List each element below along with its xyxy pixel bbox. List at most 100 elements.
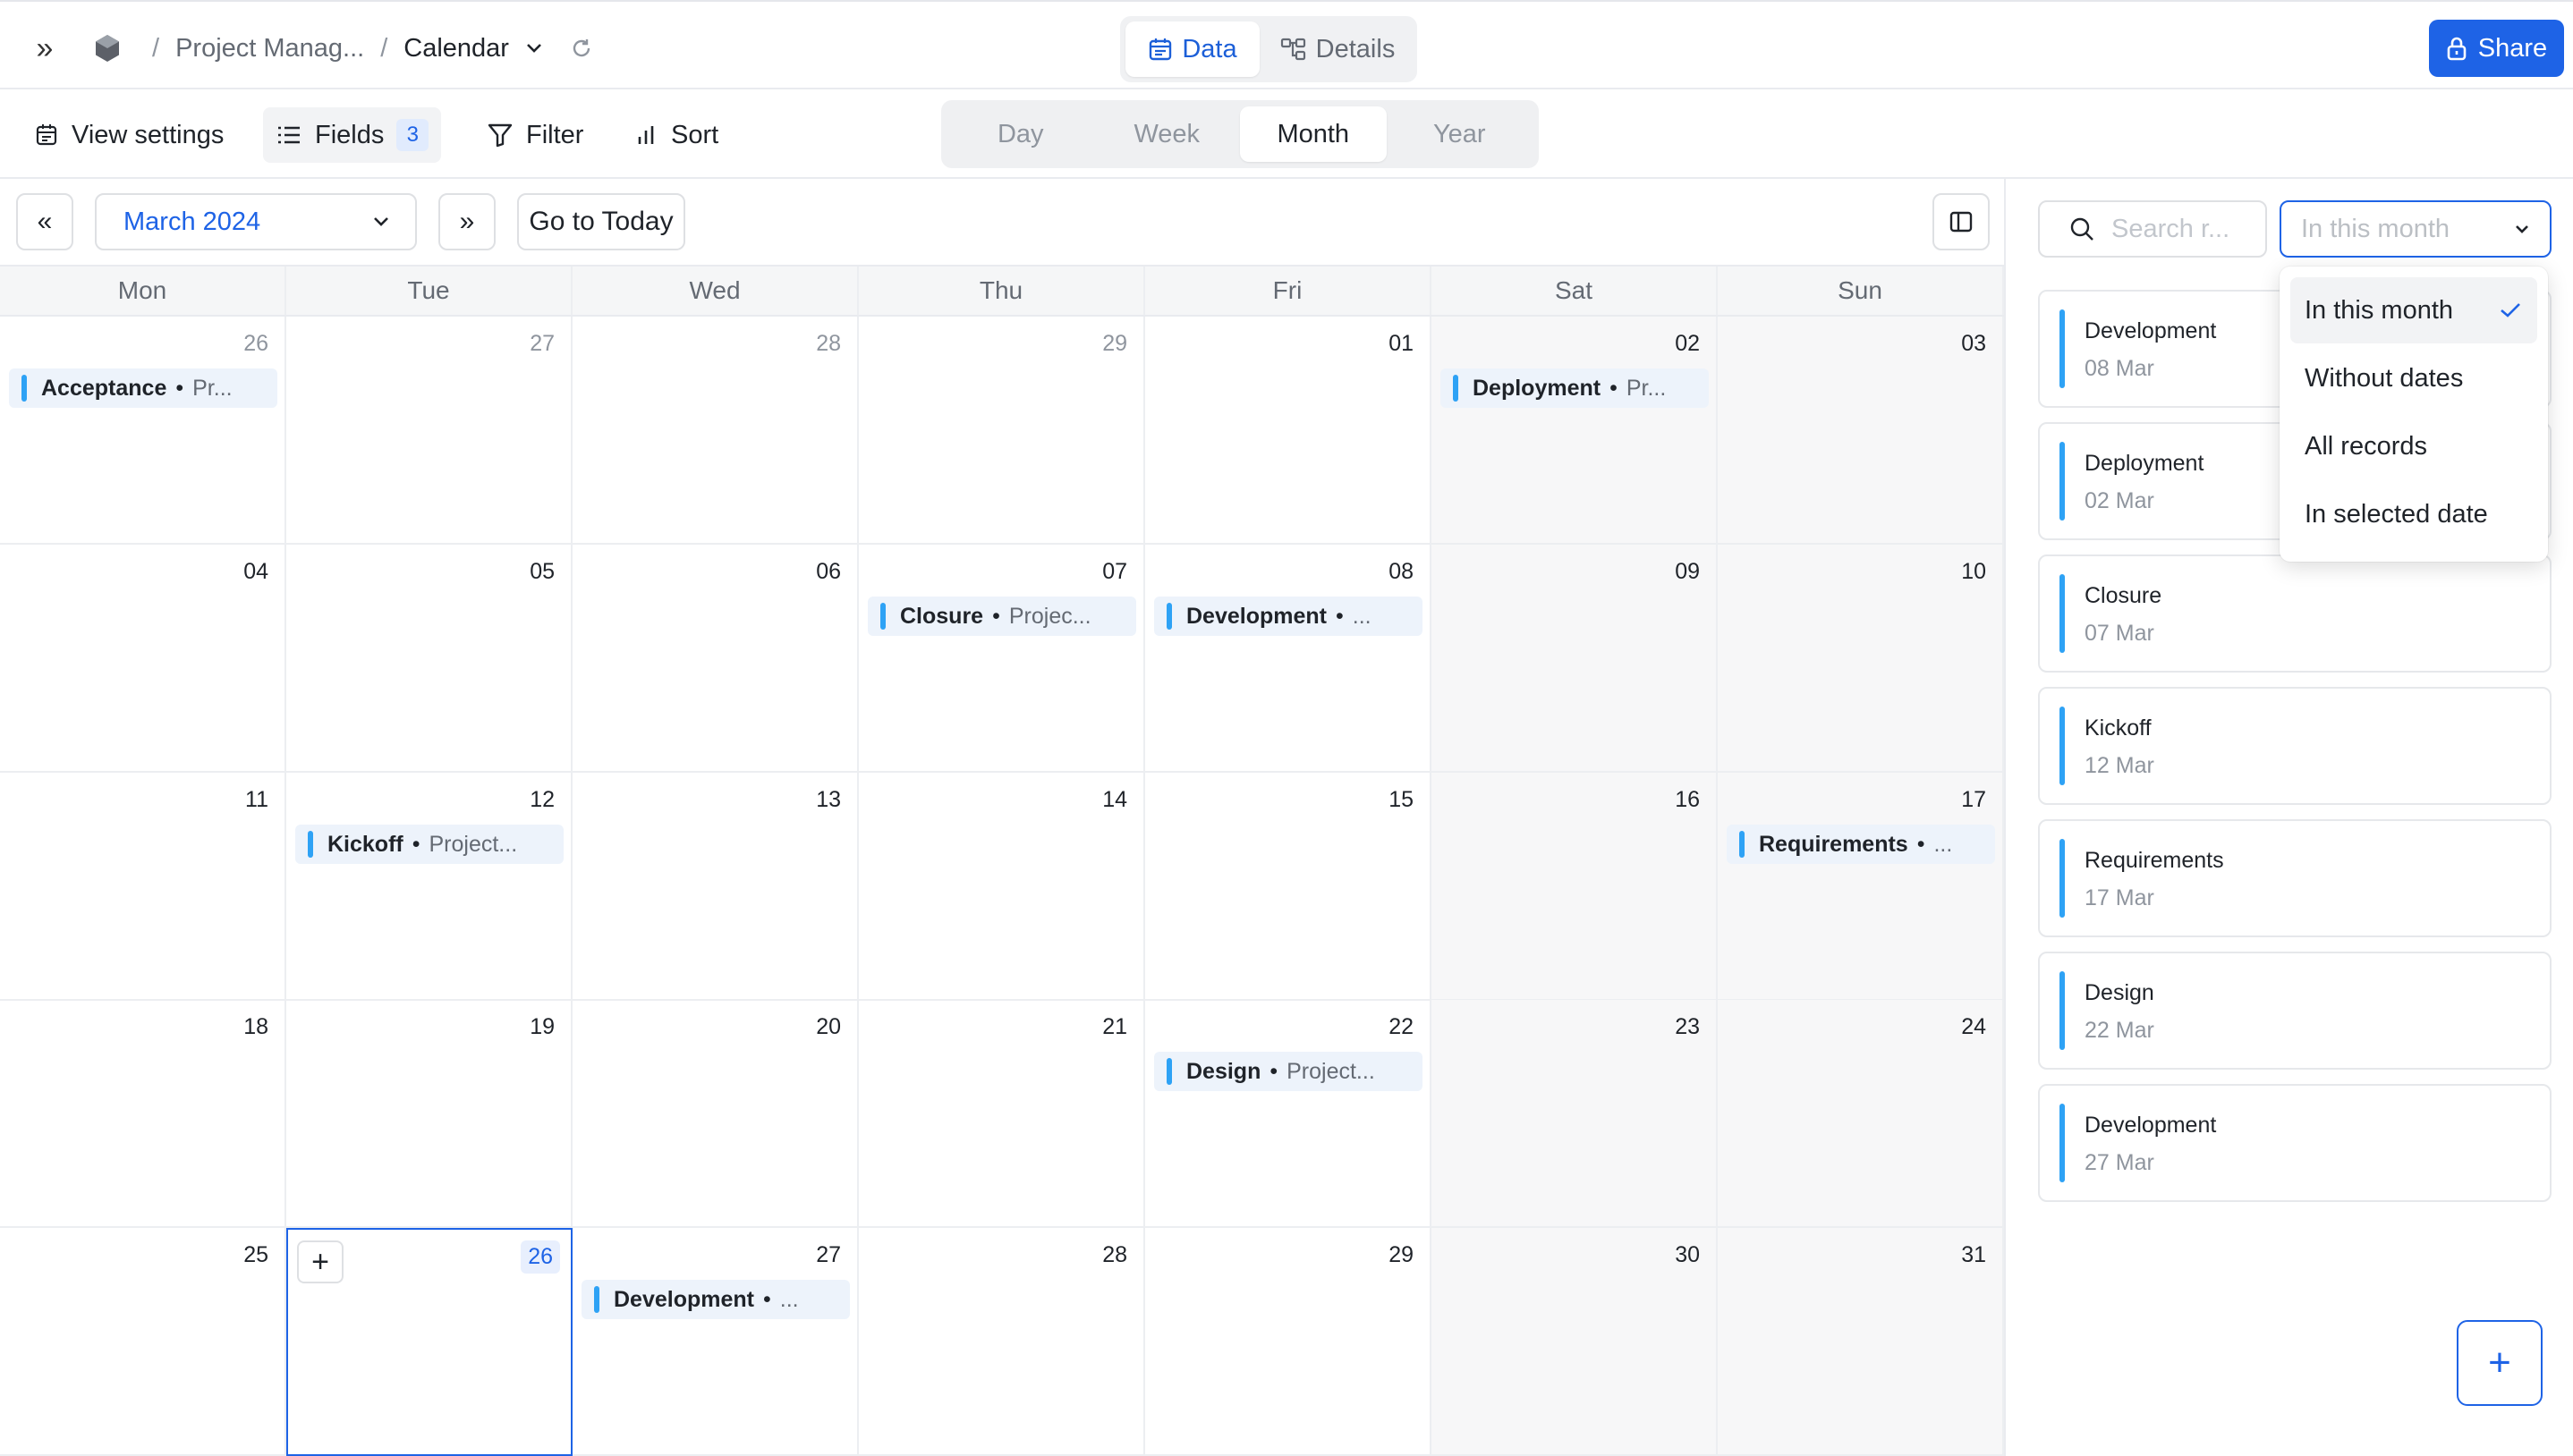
calendar-icon (1150, 38, 1172, 61)
calendar-month-grid: Mon Tue Wed Thu Fri Sat Sun 26 Acceptance… (0, 265, 2004, 1456)
record-name: Deployment (2085, 451, 2204, 476)
record-card[interactable]: Closure 07 Mar (2038, 554, 2552, 673)
day-cell[interactable]: 29 (1145, 1228, 1431, 1456)
add-event-button[interactable]: + (297, 1240, 344, 1283)
day-cell[interactable]: 09 (1431, 545, 1718, 773)
tab-details[interactable]: Details (1263, 21, 1412, 77)
day-cell[interactable]: 28 (859, 1228, 1145, 1456)
refresh-icon[interactable] (570, 37, 593, 60)
day-cell[interactable]: 28 (573, 317, 859, 545)
day-cell[interactable]: 15 (1145, 773, 1431, 1001)
share-button[interactable]: Share (2429, 20, 2564, 77)
scope-option-in-selected-date[interactable]: In selected date (2290, 481, 2537, 547)
day-number: 19 (530, 1014, 555, 1039)
expand-sidebar-icon[interactable]: » (27, 30, 63, 66)
day-cell[interactable]: 31 (1718, 1228, 2004, 1456)
day-cell-today[interactable]: +26 (286, 1228, 573, 1456)
month-picker[interactable]: March 2024 (95, 193, 417, 250)
event-title: Design (1186, 1058, 1261, 1084)
day-cell[interactable]: 30 (1431, 1228, 1718, 1456)
filter-button[interactable]: Filter (474, 107, 596, 163)
day-cell[interactable]: 11 (0, 773, 286, 1001)
event-project: Projec... (1008, 603, 1091, 629)
view-mode-year[interactable]: Year (1387, 106, 1533, 162)
next-month-button[interactable]: » (438, 193, 496, 250)
calendar-event[interactable]: Design • Project... (1154, 1052, 1422, 1091)
day-cell[interactable]: 22 Design • Project... (1145, 1000, 1431, 1228)
day-cell[interactable]: 19 (286, 1000, 573, 1228)
view-settings-button[interactable]: View settings (21, 107, 236, 163)
day-cell[interactable]: 08 Development •... (1145, 545, 1431, 773)
fields-button[interactable]: Fields 3 (263, 107, 442, 163)
record-scope-select[interactable]: In this month (2280, 200, 2552, 258)
record-search-input[interactable]: Search r... (2038, 200, 2267, 258)
day-cell[interactable]: 10 (1718, 545, 2004, 773)
day-number: 16 (1675, 787, 1700, 812)
day-cell[interactable]: 23 (1431, 1000, 1718, 1228)
day-cell[interactable]: 20 (573, 1000, 859, 1228)
record-name: Development (2085, 318, 2217, 343)
day-cell[interactable]: 21 (859, 1000, 1145, 1228)
record-card[interactable]: Development 27 Mar (2038, 1084, 2552, 1202)
view-mode-week[interactable]: Week (1094, 106, 1241, 162)
event-project: ... (1933, 831, 1953, 857)
event-color-bar (1167, 603, 1172, 630)
day-cell[interactable]: 18 (0, 1000, 286, 1228)
day-cell[interactable]: 26 Acceptance • Pr... (0, 317, 286, 545)
lock-icon (2447, 37, 2467, 61)
breadcrumb: / Project Manag... / Calendar (89, 27, 593, 70)
day-cell[interactable]: 24 (1718, 1000, 2004, 1228)
record-date: 02 Mar (2085, 488, 2154, 513)
calendar-event[interactable]: Acceptance • Pr... (9, 368, 277, 408)
scope-option-label: In this month (2305, 295, 2454, 325)
event-color-bar (308, 831, 313, 858)
record-card[interactable]: Kickoff 12 Mar (2038, 687, 2552, 805)
breadcrumb-view[interactable]: Calendar (403, 34, 509, 63)
calendar-event[interactable]: Requirements •... (1727, 825, 1995, 864)
scope-option-label: All records (2305, 431, 2427, 461)
day-cell[interactable]: 14 (859, 773, 1145, 1001)
scope-option-without-dates[interactable]: Without dates (2290, 345, 2537, 411)
calendar-event[interactable]: Deployment • Pr... (1440, 368, 1709, 408)
view-mode-month[interactable]: Month (1240, 106, 1387, 162)
day-cell[interactable]: 06 (573, 545, 859, 773)
day-cell[interactable]: 05 (286, 545, 573, 773)
day-cell[interactable]: 07 Closure • Projec... (859, 545, 1145, 773)
day-cell[interactable]: 03 (1718, 317, 2004, 545)
toggle-side-panel-button[interactable] (1932, 193, 1990, 250)
previous-month-button[interactable]: « (16, 193, 73, 250)
tab-data[interactable]: Data (1125, 21, 1260, 77)
day-cell[interactable]: 02 Deployment • Pr... (1431, 317, 1718, 545)
breadcrumb-project[interactable]: Project Manag... (175, 34, 364, 63)
day-cell[interactable]: 17 Requirements •... (1718, 773, 2004, 1001)
day-cell[interactable]: 12 Kickoff • Project... (286, 773, 573, 1001)
breadcrumb-separator: / (380, 33, 388, 63)
calendar-event[interactable]: Development •... (1154, 597, 1422, 636)
day-cell[interactable]: 16 (1431, 773, 1718, 1001)
day-cell[interactable]: 29 (859, 317, 1145, 545)
chevron-down-icon[interactable] (525, 42, 543, 55)
day-cell[interactable]: 25 (0, 1228, 286, 1456)
view-mode-day[interactable]: Day (947, 106, 1094, 162)
day-cell[interactable]: 27 Development •... (573, 1228, 859, 1456)
record-card[interactable]: Design 22 Mar (2038, 952, 2552, 1070)
calendar-event[interactable]: Closure • Projec... (868, 597, 1136, 636)
calendar-event[interactable]: Kickoff • Project... (295, 825, 564, 864)
go-to-today-button[interactable]: Go to Today (517, 193, 685, 250)
day-cell[interactable]: 01 (1145, 317, 1431, 545)
search-placeholder: Search r... (2111, 214, 2230, 243)
scope-option-label: Without dates (2305, 363, 2464, 393)
record-card[interactable]: Requirements 17 Mar (2038, 819, 2552, 937)
day-cell[interactable]: 13 (573, 773, 859, 1001)
scope-option-all-records[interactable]: All records (2290, 413, 2537, 479)
day-number: 29 (1102, 331, 1127, 356)
add-record-button[interactable]: + (2457, 1320, 2543, 1406)
scope-option-in-this-month[interactable]: In this month (2290, 277, 2537, 343)
event-separator-dot: • (1609, 375, 1618, 401)
calendar-event[interactable]: Development •... (582, 1280, 850, 1319)
month-picker-label: March 2024 (123, 207, 261, 236)
sort-button[interactable]: Sort (623, 107, 731, 163)
day-cell[interactable]: 27 (286, 317, 573, 545)
day-cell[interactable]: 04 (0, 545, 286, 773)
event-separator-dot: • (412, 831, 420, 857)
